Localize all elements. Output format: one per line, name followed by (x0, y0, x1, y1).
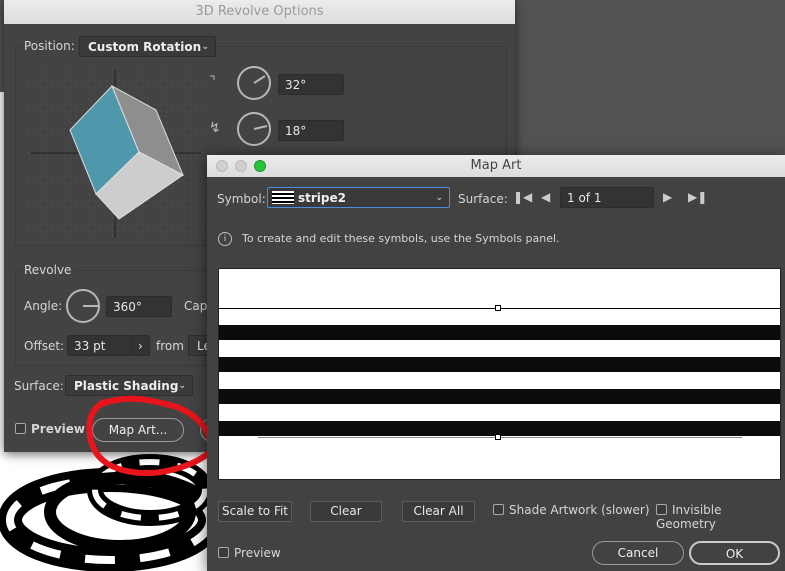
clear-button[interactable]: Clear (310, 501, 382, 522)
stripe (219, 389, 780, 404)
info-text: To create and edit these symbols, use th… (242, 232, 560, 245)
surface-page-field[interactable]: 1 of 1 (560, 187, 654, 208)
preview-label: Preview (234, 546, 281, 560)
info-icon: i (218, 232, 232, 246)
from-label: from (156, 339, 184, 353)
position-label: Position: (24, 39, 79, 53)
chevron-down-icon: ⌄ (435, 193, 443, 203)
rotate-y-axis-icon: ↯ (209, 120, 221, 136)
y-rotation-field[interactable]: 18° (278, 120, 344, 141)
last-surface-icon[interactable]: ▶❚ (688, 190, 707, 204)
clear-all-button[interactable]: Clear All (402, 501, 475, 522)
artwork-map-preview[interactable] (218, 268, 781, 480)
stripe-symbol-thumbnail (272, 191, 294, 204)
next-surface-icon[interactable]: ▶ (663, 190, 672, 204)
dialog-title: Map Art (207, 155, 785, 177)
rotation-cube-trackball[interactable] (26, 66, 206, 241)
chevron-down-icon: ⌄ (201, 42, 209, 52)
symbol-label: Symbol: (217, 192, 266, 206)
minimize-window-button[interactable] (235, 160, 247, 172)
shade-artwork-label: Shade Artwork (slower) (509, 503, 650, 517)
dialog-title: 3D Revolve Options (4, 0, 515, 24)
close-window-button[interactable] (216, 160, 228, 172)
scale-to-fit-button[interactable]: Scale to Fit (218, 501, 292, 522)
preview-checkbox[interactable]: Preview (218, 546, 281, 560)
angle-dial[interactable] (66, 289, 100, 323)
red-annotation-circle (86, 395, 214, 476)
cap-label: Cap (184, 299, 208, 313)
offset-label: Offset: (24, 339, 65, 353)
position-value: Custom Rotation (88, 40, 202, 54)
y-rotation-dial[interactable] (237, 112, 271, 146)
symbol-value: stripe2 (298, 191, 346, 205)
offset-stepper-arrow[interactable]: › (132, 335, 150, 356)
surface-label: Surface: (458, 192, 508, 206)
stripe (219, 357, 780, 372)
cancel-button[interactable]: Cancel (592, 541, 684, 565)
invisible-geometry-checkbox[interactable]: Invisible Geometry (656, 503, 785, 531)
checkbox-icon (493, 504, 504, 515)
revolve-heading: Revolve (24, 263, 76, 277)
previous-surface-icon[interactable]: ◀ (541, 190, 550, 204)
x-rotation-dial[interactable] (237, 66, 271, 100)
preview-label: Preview (31, 422, 86, 436)
selection-handle[interactable] (495, 434, 501, 440)
shade-artwork-checkbox[interactable]: Shade Artwork (slower) (493, 503, 650, 517)
ok-button[interactable]: OK (689, 541, 780, 565)
checkbox-icon (218, 547, 229, 558)
map-art-dialog: Map Art Symbol: stripe2 ⌄ Surface: ❚◀ ◀ 1… (207, 155, 785, 571)
checkbox-icon (656, 504, 667, 515)
offset-field[interactable]: 33 pt (67, 335, 133, 356)
surface-label: Surface: (14, 379, 64, 393)
surface-value: Plastic Shading (74, 379, 179, 393)
selection-handle[interactable] (495, 305, 501, 311)
position-dropdown[interactable]: Custom Rotation ⌄ (79, 36, 216, 57)
preview-checkbox[interactable]: Preview (15, 422, 85, 436)
zoom-window-button[interactable] (254, 160, 266, 172)
angle-field[interactable]: 360° (106, 296, 172, 317)
x-rotation-field[interactable]: 32° (278, 74, 344, 95)
first-surface-icon[interactable]: ❚◀ (513, 190, 532, 204)
angle-label: Angle: (24, 299, 63, 313)
stripe (219, 325, 780, 340)
checkbox-icon (15, 423, 26, 434)
symbol-dropdown[interactable]: stripe2 ⌄ (267, 187, 450, 208)
rotate-x-axis-icon: ⌝ (209, 74, 216, 90)
